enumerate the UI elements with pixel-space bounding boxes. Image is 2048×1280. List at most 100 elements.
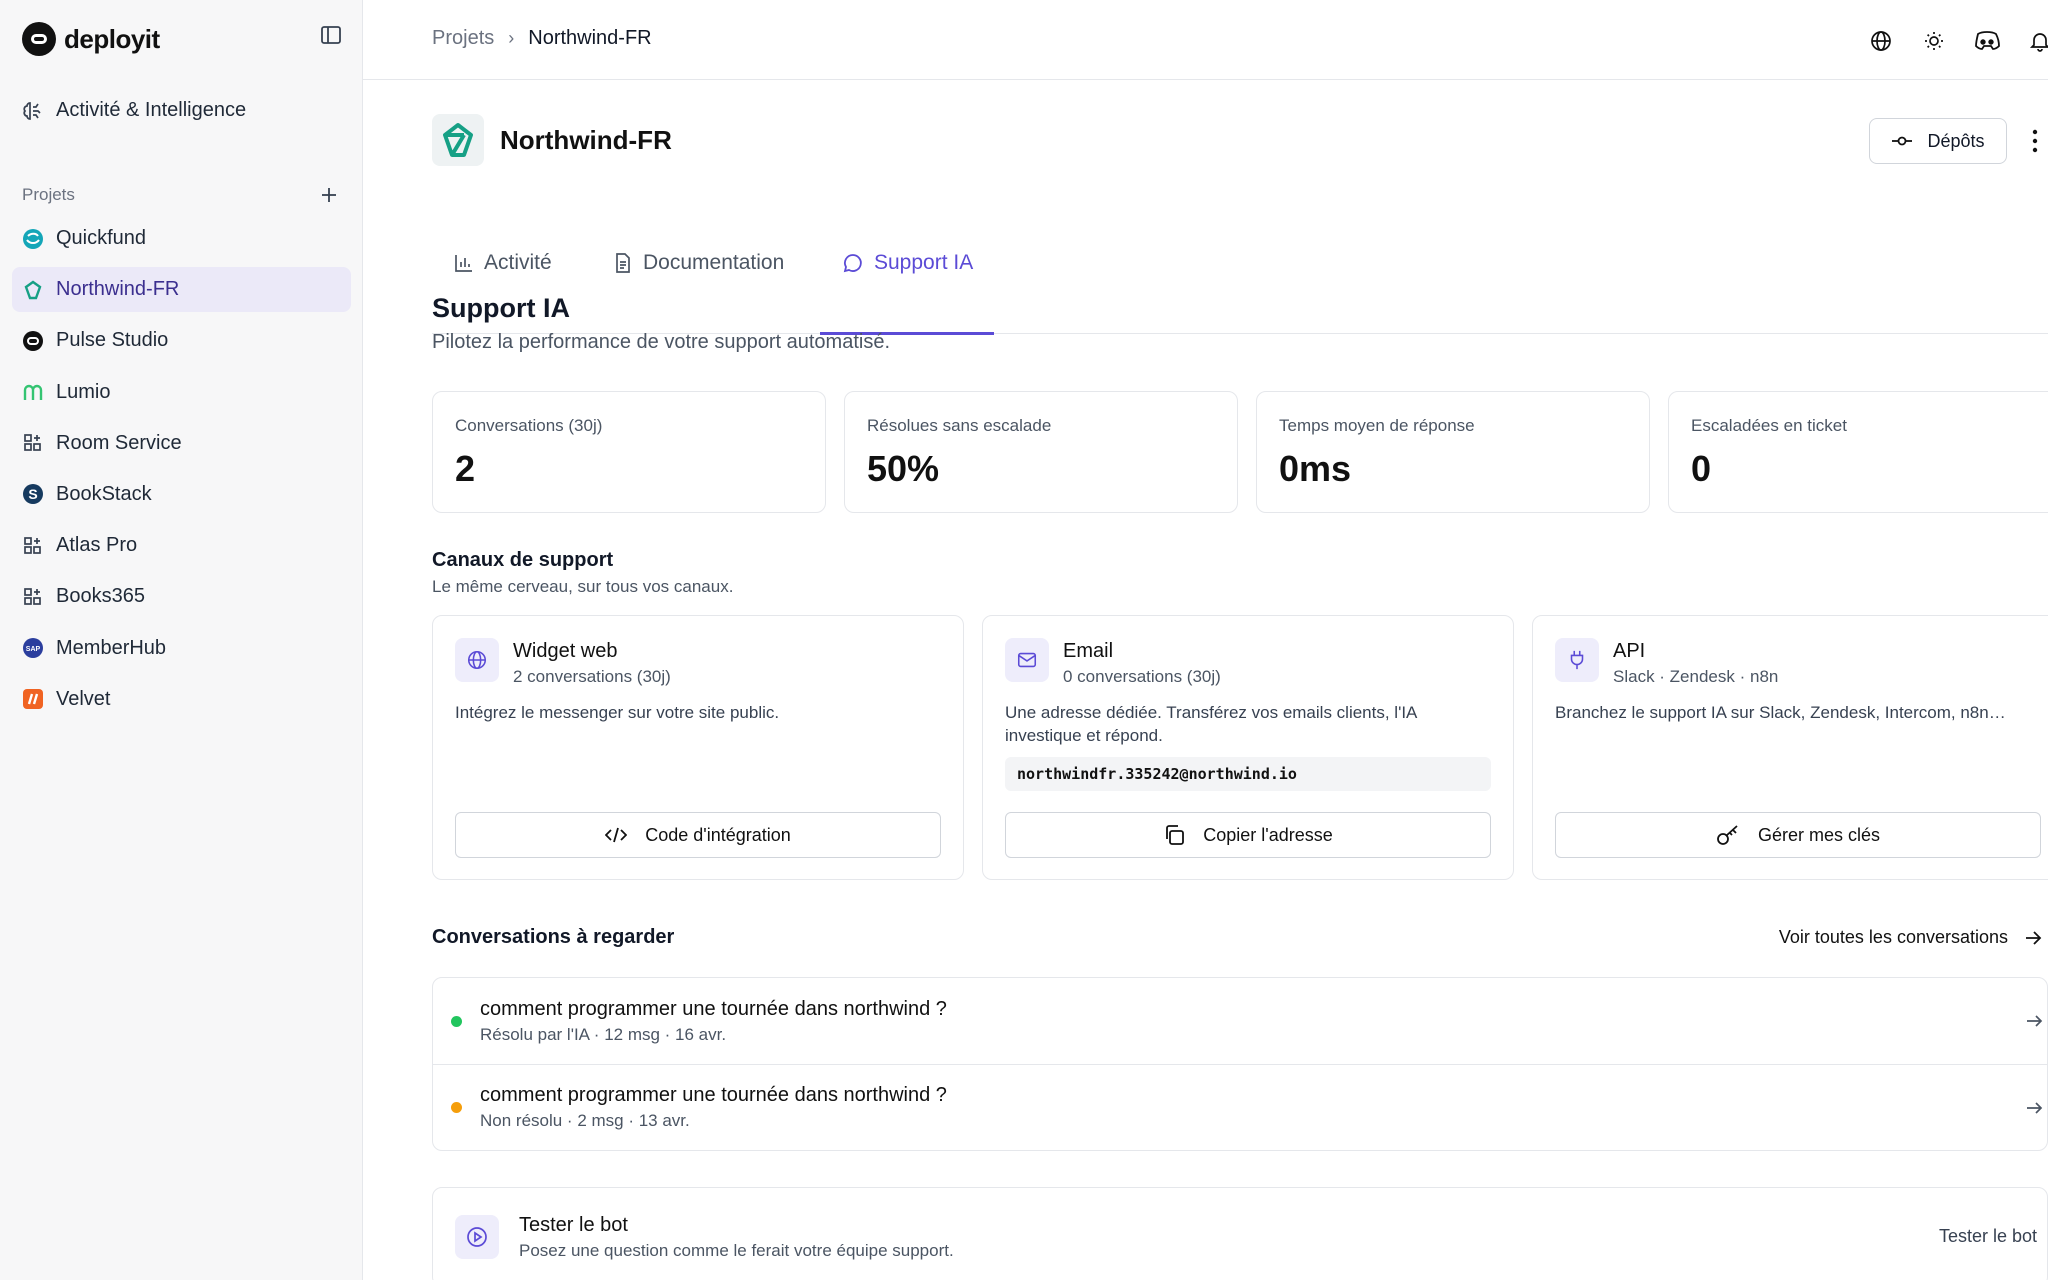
sidebar-item-quickfund[interactable]: Quickfund [12,216,351,261]
brand[interactable]: deployit [22,22,160,56]
breadcrumb-projects-link[interactable]: Projets [432,27,494,50]
sidebar-item-label: Northwind-FR [56,278,180,301]
sidebar-item-memberhub[interactable]: SAP MemberHub [12,626,351,671]
conversation-row[interactable]: comment programmer une tournée dans nort… [433,978,2047,1064]
channel-card-widget: Widget web 2 conversations (30j) Intégre… [432,615,964,880]
channels-row: Widget web 2 conversations (30j) Intégre… [432,615,2048,880]
project-header: Northwind-FR [432,114,672,166]
project-list: Quickfund Northwind-FR Pulse Studio Lumi… [12,216,351,728]
sidebar-item-label: BookStack [56,482,152,505]
bell-icon [2029,33,2048,52]
sidebar-toggle-button[interactable] [318,22,344,48]
more-vertical-icon [2032,129,2038,153]
channel-description: Intégrez le messenger sur votre site pub… [455,703,780,722]
status-dot-resolved [451,1015,462,1027]
theme-toggle-button[interactable] [1919,26,1949,56]
discord-button[interactable] [1972,26,2002,56]
git-commit-icon [1892,136,1913,146]
conversation-row[interactable]: comment programmer une tournée dans nort… [433,1064,2047,1150]
sidebar-item-pulse-studio[interactable]: Pulse Studio [12,318,351,363]
sidebar-item-label: Atlas Pro [56,534,138,557]
conversation-meta: Non résolu · 2 msg · 13 avr. [480,1111,690,1130]
copy-icon [1166,825,1185,845]
sidebar-item-lumio[interactable]: Lumio [12,370,351,415]
mail-icon [1005,638,1049,682]
tab-label: Activité [484,251,552,274]
stat-value: 2 [455,448,476,489]
breadcrumb-separator: › [508,28,515,48]
tab-support-ia[interactable]: Support IA [842,192,973,334]
grid-plus-icon [22,432,44,454]
sidebar-item-northwind-fr[interactable]: Northwind-FR [12,267,351,313]
conversation-list: comment programmer une tournée dans nort… [432,977,2048,1151]
brain-icon [23,101,41,120]
notifications-button[interactable] [2025,26,2048,56]
sidebar-item-velvet[interactable]: Velvet [12,677,351,722]
support-email-address[interactable]: northwindfr.335242@northwind.io [1005,757,1491,791]
grid-plus-icon [22,535,44,557]
channels-subtitle: Le même cerveau, sur tous vos canaux. [432,577,734,596]
language-button[interactable] [1866,26,1896,56]
plus-icon [322,188,336,202]
channel-description: Une adresse dédiée. Transférez vos email… [1005,703,1417,745]
channel-card-email: Email 0 conversations (30j) Une adresse … [982,615,1514,880]
channel-name: API [1613,640,1646,662]
sidebar-item-room-service[interactable]: Room Service [12,421,351,466]
depots-button-label: Dépôts [1927,130,1985,151]
more-options-button[interactable] [2030,128,2040,154]
sidebar-item-atlas-pro[interactable]: Atlas Pro [12,523,351,568]
key-icon [1717,825,1738,845]
sidebar-item-label: MemberHub [56,636,167,659]
button-label: Copier l'adresse [1203,824,1333,845]
sidebar: deployit Activité & Intelligence Projets… [0,0,363,1280]
lumio-logo-icon [22,381,44,403]
copy-address-button[interactable]: Copier l'adresse [1005,812,1491,858]
sidebar-item-label: Room Service [56,431,182,454]
test-bot-card: Tester le bot Posez une question comme l… [432,1187,2048,1280]
add-project-button[interactable] [316,182,342,208]
bookstack-logo-icon: S [22,483,44,505]
channel-meta: 0 conversations (30j) [1063,667,1221,686]
channel-meta: Slack · Zendesk · n8n [1613,667,1779,686]
globe-icon [455,638,499,682]
sidebar-item-label: Quickfund [56,227,147,249]
northwind-logo-icon [22,279,44,301]
channel-meta: 2 conversations (30j) [513,667,671,686]
projects-header: Projets [22,182,342,208]
manage-keys-button[interactable]: Gérer mes clés [1555,812,2041,858]
project-tabs: Activité Documentation Support IA [432,192,2048,335]
stat-label: Conversations (30j) [455,416,603,435]
tab-documentation[interactable]: Documentation [613,192,784,334]
deployit-logo-icon [22,22,56,56]
sap-logo-icon: SAP [22,637,44,659]
channel-name: Widget web [513,640,618,662]
section-subtitle: Pilotez la performance de votre support … [432,331,891,353]
see-all-conversations-link[interactable]: Voir toutes les conversations [1779,927,2042,948]
sidebar-item-label: Books365 [56,585,145,608]
breadcrumb-current: Northwind-FR [528,27,652,49]
depots-button[interactable]: Dépôts [1869,118,2007,164]
test-bot-subtitle: Posez une question comme le ferait votre… [519,1240,954,1260]
nav-activity-intelligence[interactable]: Activité & Intelligence [22,99,246,122]
stat-value: 0 [1691,448,1712,489]
play-circle-icon [455,1215,499,1259]
stat-card-resolved: Résolues sans escalade 50% [844,391,1238,513]
top-actions [1866,26,2048,56]
nav-activity-label: Activité & Intelligence [56,99,247,121]
channel-card-api: API Slack · Zendesk · n8n Branchez le su… [1532,615,2048,880]
see-all-label: Voir toutes les conversations [1778,927,2008,947]
project-title: Northwind-FR [500,124,672,155]
stat-value: 50% [867,448,940,489]
sidebar-item-books365[interactable]: Books365 [12,574,351,619]
sidebar-item-bookstack[interactable]: S BookStack [12,472,351,517]
globe-icon [1871,31,1891,51]
button-label: Code d'intégration [645,824,791,845]
test-bot-link[interactable]: Tester le bot [1939,1226,2037,1247]
embed-code-button[interactable]: Code d'intégration [455,812,941,858]
test-bot-title: Tester le bot [519,1213,628,1236]
conversation-title: comment programmer une tournée dans nort… [480,1084,947,1106]
sidebar-item-label: Lumio [56,380,111,403]
channel-name: Email [1063,640,1114,662]
conversations-header: Conversations à regarder Voir toutes les… [432,926,2048,949]
svg-text:S: S [28,486,37,502]
